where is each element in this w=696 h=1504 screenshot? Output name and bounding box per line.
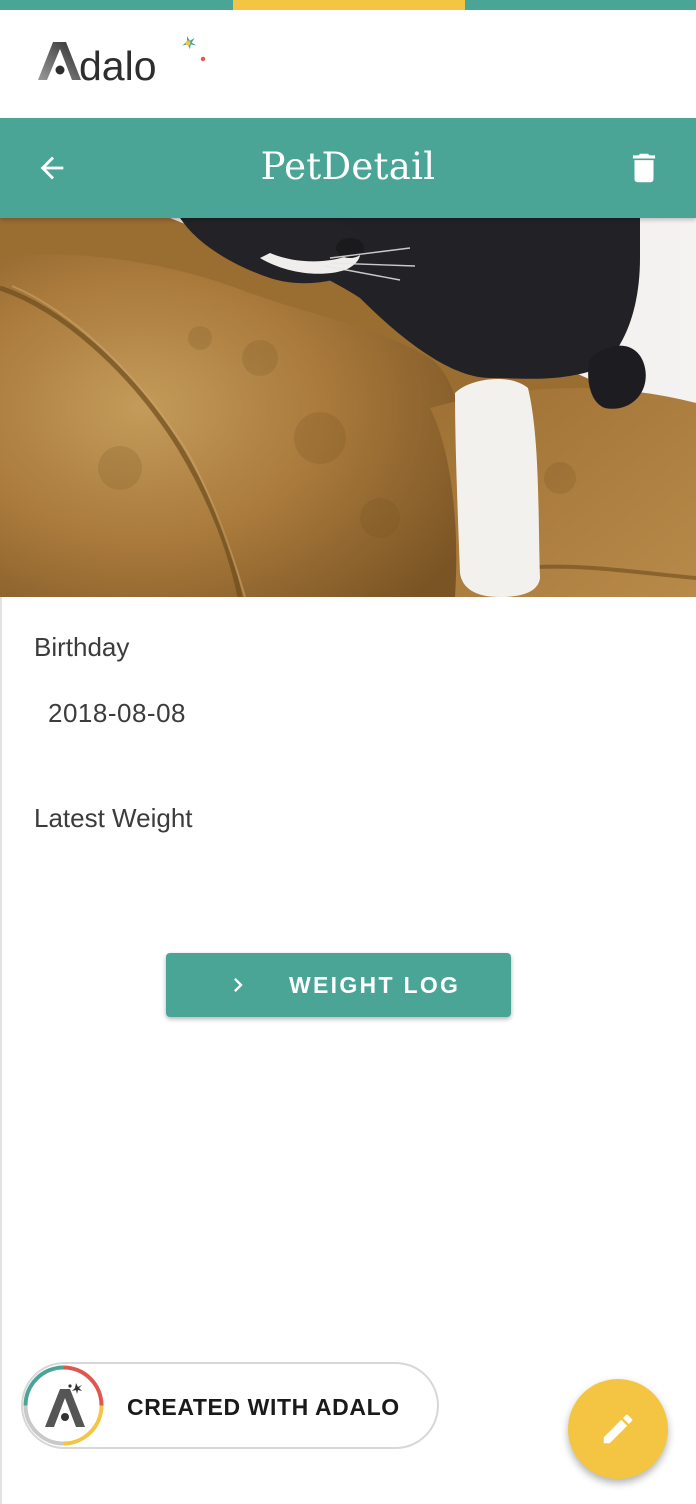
pencil-icon bbox=[603, 1414, 633, 1444]
top-color-stripe bbox=[0, 0, 696, 10]
trash-icon bbox=[632, 153, 656, 183]
adalo-logo-wordmark: dalo bbox=[79, 43, 157, 89]
stripe-teal-left bbox=[0, 0, 233, 10]
birthday-label: Birthday bbox=[34, 632, 130, 662]
chevron-right-icon bbox=[234, 978, 243, 992]
brand-bar: dalo bbox=[0, 10, 696, 118]
stripe-yellow bbox=[233, 0, 465, 10]
adalo-logo: dalo bbox=[38, 35, 206, 89]
app-bar: PetDetail bbox=[0, 118, 696, 218]
weight-log-button[interactable]: WEIGHT LOG bbox=[166, 953, 511, 1017]
pet-photo bbox=[0, 218, 696, 597]
birthday-value: 2018-08-08 bbox=[48, 698, 186, 728]
delete-button[interactable] bbox=[618, 142, 670, 194]
created-with-adalo-badge[interactable]: CREATED WITH ADALO bbox=[21, 1362, 439, 1449]
pet-photo-image bbox=[0, 218, 696, 597]
edit-fab[interactable] bbox=[568, 1379, 668, 1479]
page-title: PetDetail bbox=[260, 145, 436, 188]
latest-weight-label: Latest Weight bbox=[34, 803, 193, 833]
badge-text: CREATED WITH ADALO bbox=[127, 1394, 400, 1420]
adalo-icon bbox=[23, 1365, 104, 1446]
stripe-teal-right bbox=[465, 0, 696, 10]
weight-log-button-label: WEIGHT LOG bbox=[289, 972, 461, 998]
